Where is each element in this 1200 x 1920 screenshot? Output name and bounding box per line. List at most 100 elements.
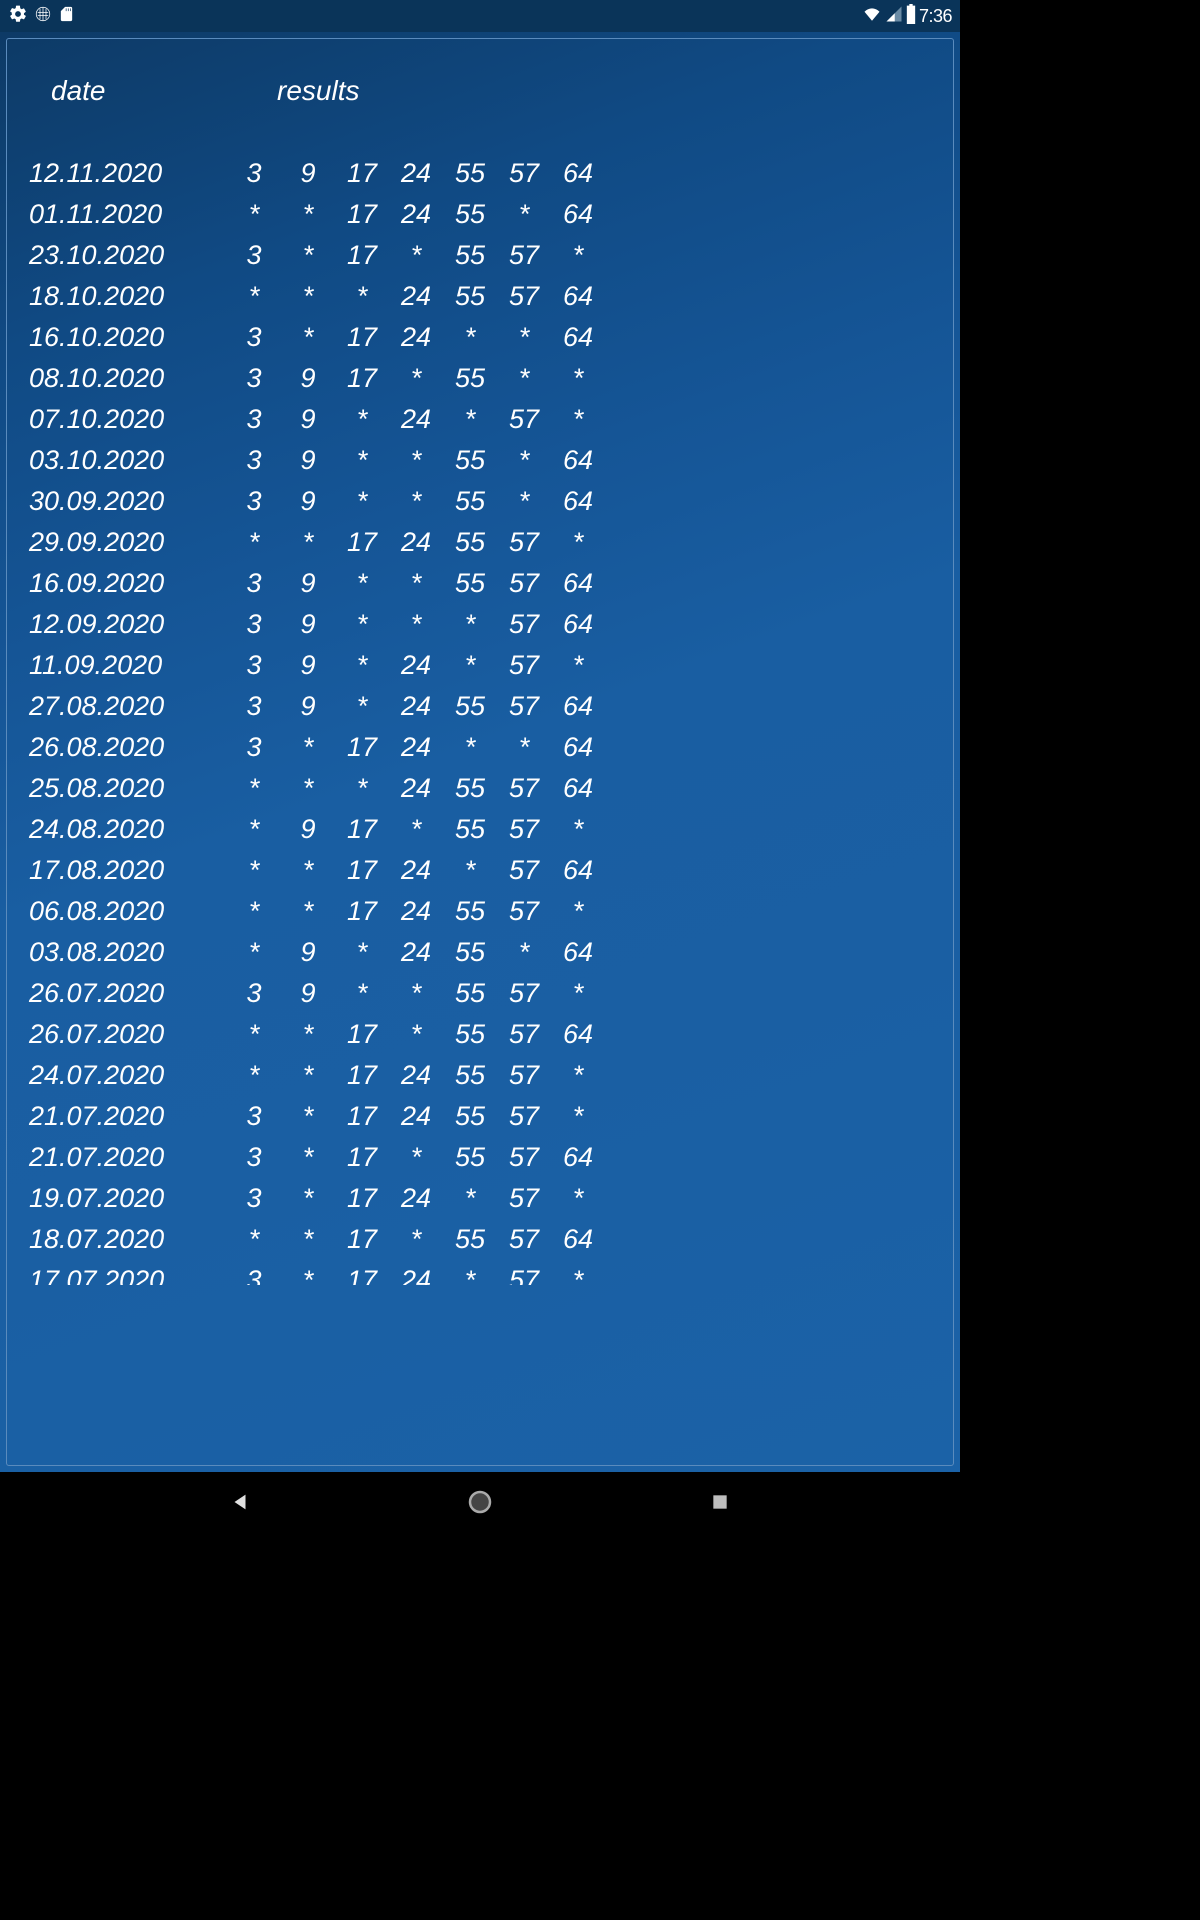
row-date: 21.07.2020 xyxy=(29,1096,227,1137)
value-cell: 3 xyxy=(227,645,281,686)
row-date: 24.08.2020 xyxy=(29,809,227,850)
row-date: 24.07.2020 xyxy=(29,1055,227,1096)
value-cell: 17 xyxy=(335,358,389,399)
value-cell: 3 xyxy=(227,235,281,276)
value-cell: 55 xyxy=(443,1055,497,1096)
value-cell: 17 xyxy=(335,1014,389,1055)
value-cell: 57 xyxy=(497,686,551,727)
row-date: 23.10.2020 xyxy=(29,235,227,276)
result-row: 16.10.20203*1724**64 xyxy=(29,317,939,358)
row-date: 26.08.2020 xyxy=(29,727,227,768)
value-cell: * xyxy=(497,440,551,481)
value-cell: * xyxy=(389,481,443,522)
row-date: 19.07.2020 xyxy=(29,1178,227,1219)
value-cell: * xyxy=(335,686,389,727)
result-row: 08.10.20203917*55** xyxy=(29,358,939,399)
nav-back-button[interactable] xyxy=(220,1491,260,1518)
value-cell: 24 xyxy=(389,1178,443,1219)
value-cell: 64 xyxy=(551,481,605,522)
value-cell: 57 xyxy=(497,850,551,891)
value-cell: * xyxy=(551,522,605,563)
value-cell: 57 xyxy=(497,399,551,440)
row-date: 08.10.2020 xyxy=(29,358,227,399)
row-date: 18.07.2020 xyxy=(29,1219,227,1260)
result-row: 07.10.202039*24*57* xyxy=(29,399,939,440)
nav-home-button[interactable] xyxy=(460,1488,500,1521)
value-cell: * xyxy=(335,932,389,973)
value-cell: 64 xyxy=(551,686,605,727)
row-date: 03.08.2020 xyxy=(29,932,227,973)
row-values: 39**55*64 xyxy=(227,440,605,481)
value-cell: 55 xyxy=(443,1014,497,1055)
column-headers: date results xyxy=(29,75,939,107)
value-cell: * xyxy=(497,317,551,358)
value-cell: 24 xyxy=(389,317,443,358)
value-cell: 64 xyxy=(551,850,605,891)
result-row: 26.07.202039**5557* xyxy=(29,973,939,1014)
clock-text: 7:36 xyxy=(919,6,952,27)
value-cell: 64 xyxy=(551,276,605,317)
result-row: 23.10.20203*17*5557* xyxy=(29,235,939,276)
result-row: 16.09.202039**555764 xyxy=(29,563,939,604)
value-cell: * xyxy=(335,563,389,604)
value-cell: 64 xyxy=(551,1137,605,1178)
value-cell: * xyxy=(281,1178,335,1219)
value-cell: 24 xyxy=(389,276,443,317)
row-values: **17245557* xyxy=(227,522,605,563)
value-cell: * xyxy=(335,604,389,645)
value-cell: * xyxy=(227,1219,281,1260)
value-cell: 3 xyxy=(227,1260,281,1285)
navbar xyxy=(0,1472,960,1536)
result-row: 03.08.2020*9*2455*64 xyxy=(29,932,939,973)
nav-recent-button[interactable] xyxy=(700,1492,740,1517)
value-cell: 64 xyxy=(551,317,605,358)
value-cell: 64 xyxy=(551,440,605,481)
row-values: **172455*64 xyxy=(227,194,605,235)
row-date: 29.09.2020 xyxy=(29,522,227,563)
result-row: 17.08.2020**1724*5764 xyxy=(29,850,939,891)
value-cell: 57 xyxy=(497,1137,551,1178)
value-cell: * xyxy=(281,194,335,235)
value-cell: 3 xyxy=(227,358,281,399)
value-cell: 55 xyxy=(443,1096,497,1137)
value-cell: 3 xyxy=(227,399,281,440)
value-cell: * xyxy=(335,973,389,1014)
row-date: 16.09.2020 xyxy=(29,563,227,604)
value-cell: * xyxy=(443,317,497,358)
row-values: **17*555764 xyxy=(227,1219,605,1260)
row-values: 39*24*57* xyxy=(227,645,605,686)
value-cell: * xyxy=(227,891,281,932)
value-cell: * xyxy=(389,358,443,399)
result-row: 29.09.2020**17245557* xyxy=(29,522,939,563)
value-cell: * xyxy=(443,1260,497,1285)
app-content: date results 12.11.202039172455576401.11… xyxy=(0,32,960,1472)
signal-icon xyxy=(885,5,903,28)
value-cell: * xyxy=(335,768,389,809)
row-values: 39***5764 xyxy=(227,604,605,645)
value-cell: 3 xyxy=(227,440,281,481)
value-cell: * xyxy=(551,891,605,932)
row-values: 39*24*57* xyxy=(227,399,605,440)
value-cell: * xyxy=(227,1014,281,1055)
value-cell: 57 xyxy=(497,645,551,686)
value-cell: * xyxy=(551,1055,605,1096)
value-cell: 17 xyxy=(335,235,389,276)
value-cell: * xyxy=(443,1178,497,1219)
results-rows: 12.11.202039172455576401.11.2020**172455… xyxy=(29,153,939,1285)
value-cell: * xyxy=(281,1014,335,1055)
row-date: 18.10.2020 xyxy=(29,276,227,317)
value-cell: 64 xyxy=(551,153,605,194)
hatch-circle-icon xyxy=(34,5,52,28)
statusbar-left xyxy=(8,4,75,29)
row-date: 07.10.2020 xyxy=(29,399,227,440)
value-cell: 3 xyxy=(227,481,281,522)
row-values: 3917*55** xyxy=(227,358,605,399)
result-row: 06.08.2020**17245557* xyxy=(29,891,939,932)
value-cell: * xyxy=(335,481,389,522)
value-cell: 57 xyxy=(497,276,551,317)
row-values: *917*5557* xyxy=(227,809,605,850)
value-cell: 24 xyxy=(389,522,443,563)
row-values: 3*1724**64 xyxy=(227,317,605,358)
value-cell: * xyxy=(389,1137,443,1178)
value-cell: 9 xyxy=(281,686,335,727)
